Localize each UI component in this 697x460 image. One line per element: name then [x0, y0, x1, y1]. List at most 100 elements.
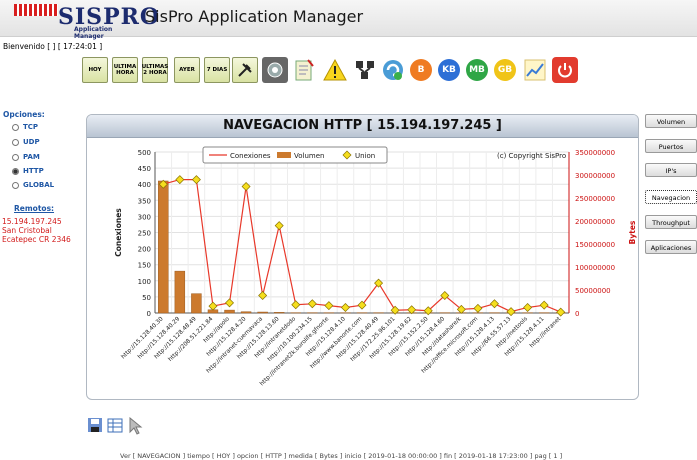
bar: [240, 311, 252, 314]
data-point: [473, 303, 483, 313]
legend-bar-swatch: [277, 152, 291, 158]
y-tick-label: 50: [142, 294, 151, 302]
gb-icon[interactable]: GB: [494, 59, 516, 81]
y2-tick-label: 0: [575, 310, 579, 318]
option-global[interactable]: GLOBAL: [12, 181, 54, 189]
7-dias-button[interactable]: 7 DIAS: [204, 57, 230, 83]
y2-tick-label: 150000000: [575, 241, 615, 249]
x-tick-label: http://intranet: [529, 316, 563, 350]
chart-copyright: (c) Copyright SisPro: [497, 152, 566, 160]
option-tcp[interactable]: TCP: [12, 123, 38, 131]
y-tick-label: 300: [138, 213, 151, 221]
side-menu-ips[interactable]: IP's: [645, 163, 697, 177]
graph-icon[interactable]: [522, 57, 548, 83]
option-label: UDP: [23, 138, 40, 146]
y2-tick-label: 350000000: [575, 149, 615, 157]
remote-info: 15.194.197.245 San Cristobal Ecatepec CR…: [2, 217, 71, 244]
option-label: GLOBAL: [23, 181, 55, 189]
b-icon[interactable]: B: [410, 59, 432, 81]
navigation-chart: 0 50 100 150 200 250 300 350 400 450 500 0 50000000 1…: [114, 146, 637, 387]
option-pam[interactable]: PAM: [12, 153, 40, 161]
chart-panel: NAVEGACION HTTP [ 15.194.197.245 ] 0 50 10…: [86, 114, 639, 400]
y2-tick-label: 300000000: [575, 172, 615, 180]
y-tick-label: 100: [138, 278, 151, 286]
bar: [273, 312, 285, 314]
remote-site: Ecatepec CR 2346: [2, 235, 71, 244]
data-point: [225, 298, 235, 308]
bar: [191, 293, 202, 314]
legend-label: Volumen: [294, 152, 324, 160]
series-line: [163, 178, 561, 313]
radio-icon[interactable]: [12, 181, 19, 189]
radio-icon[interactable]: [12, 138, 19, 146]
data-point: [489, 299, 499, 309]
refresh-icon[interactable]: [380, 57, 406, 83]
data-point: [241, 182, 251, 191]
data-point: [274, 221, 284, 231]
data-point: [258, 291, 268, 301]
y2-axis-title: Bytes: [628, 220, 637, 244]
remotos-link[interactable]: Remotos:: [14, 204, 54, 213]
bottom-tools: [88, 416, 148, 437]
y2-tick-label: 250000000: [575, 195, 615, 203]
bar: [257, 311, 268, 314]
side-menu-aplicaciones[interactable]: Aplicaciones: [645, 240, 697, 254]
warning-icon[interactable]: [322, 57, 348, 83]
data-point: [175, 175, 185, 185]
remote-ip: 15.194.197.245: [2, 217, 62, 226]
y-tick-label: 150: [138, 262, 151, 270]
mb-icon[interactable]: MB: [466, 59, 488, 81]
side-menu-volumen[interactable]: Volumen: [645, 114, 697, 128]
y-tick-label: 450: [138, 165, 151, 173]
data-point: [506, 307, 516, 317]
table-icon[interactable]: [107, 418, 123, 433]
option-udp[interactable]: UDP: [12, 138, 40, 146]
data-point: [556, 307, 566, 317]
app-title: SisPro Application Manager: [145, 7, 364, 26]
panel-header: NAVEGACION HTTP [ 15.194.197.245 ]: [87, 115, 638, 138]
pointer-icon[interactable]: [129, 416, 143, 435]
option-label: HTTP: [23, 167, 44, 175]
data-point: [208, 301, 218, 311]
bar: [224, 309, 235, 314]
notepad-icon[interactable]: [291, 57, 317, 83]
tools-icon[interactable]: [232, 57, 258, 83]
bar: [158, 180, 169, 314]
data-point: [539, 300, 549, 310]
sispro-logo: SISPRO Application Manager: [14, 4, 159, 40]
radio-icon[interactable]: [12, 153, 19, 161]
y-tick-label: 250: [138, 230, 151, 238]
logo-stripes: [14, 4, 58, 16]
options-title: Opciones:: [3, 110, 45, 119]
side-menu-puertos[interactable]: Puertos: [645, 139, 697, 153]
radio-selected-icon[interactable]: [12, 167, 19, 175]
bar: [174, 270, 186, 314]
y-tick-label: 0: [147, 310, 151, 318]
ayer-button[interactable]: AYER: [174, 57, 200, 83]
topology-icon[interactable]: [352, 57, 378, 83]
data-point: [307, 299, 317, 309]
data-point: [324, 301, 334, 311]
side-menu-navegacion[interactable]: Navegacion: [645, 190, 697, 204]
data-point: [523, 302, 533, 312]
side-menu-throughput[interactable]: Throughput: [645, 215, 697, 229]
footer-status: Ver [ NAVEGACION ] tiempo [ HOY ] opcion…: [120, 452, 563, 460]
radio-icon[interactable]: [12, 123, 19, 131]
network-icon[interactable]: [262, 57, 288, 83]
y2-tick-label: 100000000: [575, 264, 615, 272]
y2-tick-label: 200000000: [575, 218, 615, 226]
legend-label: Union: [355, 152, 375, 160]
option-http[interactable]: HTTP: [12, 167, 44, 175]
save-icon[interactable]: [88, 418, 102, 432]
ultima-hora-button[interactable]: ULTIMA HORA: [112, 57, 138, 83]
hoy-button[interactable]: HOY: [82, 57, 108, 83]
kb-icon[interactable]: KB: [438, 59, 460, 81]
power-icon[interactable]: [552, 57, 578, 83]
y2-tick-label: 50000000: [575, 287, 611, 295]
top-header: SISPRO Application Manager SisPro Applic…: [0, 0, 697, 40]
option-label: PAM: [23, 153, 40, 161]
y-tick-label: 400: [138, 181, 151, 189]
data-point: [340, 302, 350, 312]
ultimas-2-hora-button[interactable]: ULTIMAS 2 HORA: [142, 57, 168, 83]
y-axis-title: Conexiones: [114, 208, 123, 257]
